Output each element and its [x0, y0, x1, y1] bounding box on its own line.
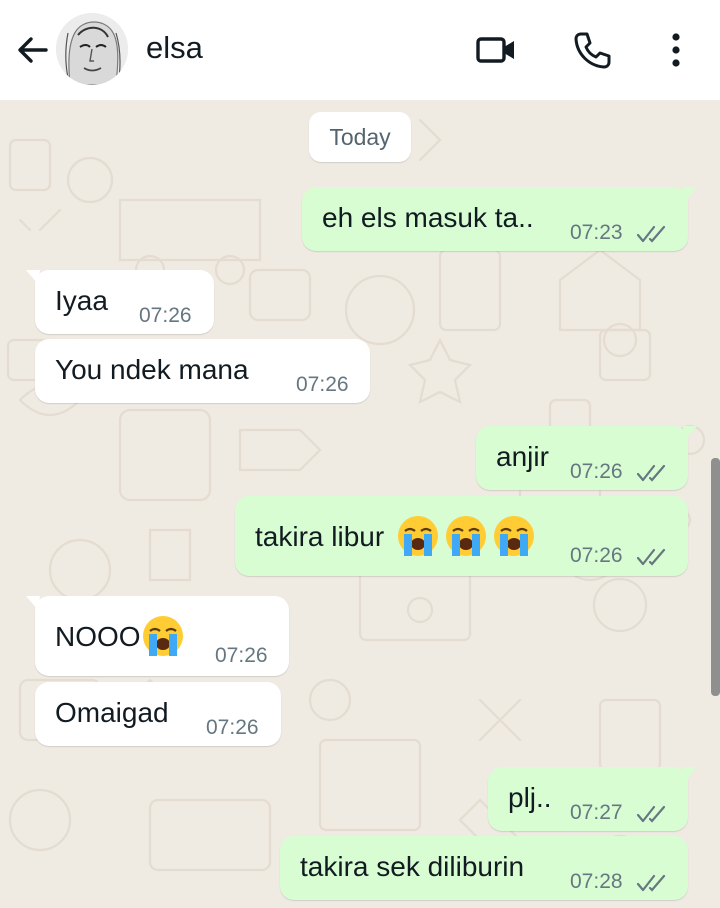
bubble-tail	[683, 187, 697, 201]
voice-call-button[interactable]	[568, 26, 616, 74]
arrow-left-icon	[18, 37, 48, 63]
message-time: 07:26	[570, 460, 623, 483]
message-text: anjir	[496, 441, 549, 472]
message-time: 07:26	[139, 304, 192, 327]
back-button[interactable]	[12, 30, 52, 70]
date-separator: Today	[309, 112, 411, 162]
double-check-icon	[636, 464, 666, 482]
double-check-icon	[636, 805, 666, 823]
message-time: 07:26	[215, 644, 268, 667]
message-time: 07:28	[570, 870, 623, 893]
loudly-crying-face-emoji	[142, 616, 183, 656]
loudly-crying-face-emoji	[493, 516, 534, 556]
message-text: eh els masuk ta..	[322, 202, 534, 233]
double-check-icon	[636, 874, 666, 892]
message-text-content: NOOO	[55, 621, 141, 652]
message-time: 07:26	[206, 716, 259, 739]
message-time: 07:27	[570, 801, 623, 824]
message-text: takira libur	[255, 514, 536, 558]
video-call-button[interactable]	[472, 26, 520, 74]
bubble-tail	[683, 426, 697, 440]
contact-name[interactable]: elsa	[146, 30, 203, 66]
bubble-tail	[26, 270, 40, 284]
bubble-tail	[683, 767, 697, 781]
message-time: 07:23	[570, 221, 623, 244]
message-bubble-incoming[interactable]: NOOO 07:26	[26, 596, 289, 676]
loudly-crying-face-emoji	[445, 516, 486, 556]
message-bubble-outgoing[interactable]: eh els masuk ta.. 07:23	[302, 187, 697, 251]
message-text: Omaigad	[55, 697, 169, 728]
message-bubble-outgoing[interactable]: plj.. 07:27	[488, 767, 697, 831]
loudly-crying-face-emoji	[397, 516, 438, 556]
message-bubble-outgoing[interactable]: anjir 07:26	[476, 426, 697, 490]
avatar[interactable]	[56, 13, 128, 85]
message-bubble-outgoing[interactable]: takira sek diliburin 07:28	[280, 836, 688, 900]
message-bubble-incoming[interactable]: You ndek mana 07:26	[35, 339, 370, 403]
chat-header: elsa	[0, 0, 720, 100]
message-text: plj..	[508, 782, 552, 813]
double-check-icon	[636, 225, 666, 243]
double-check-icon	[636, 548, 666, 566]
message-bubble-incoming[interactable]: Iyaa 07:26	[26, 270, 214, 334]
message-bubble-incoming[interactable]: Omaigad 07:26	[35, 682, 281, 746]
message-time: 07:26	[296, 373, 349, 396]
message-time: 07:26	[570, 544, 623, 567]
scrollbar[interactable]	[711, 458, 720, 696]
video-camera-icon	[476, 37, 514, 63]
bubble-tail	[26, 596, 40, 610]
message-bubble-outgoing[interactable]: takira libur 07:26	[235, 496, 688, 576]
message-text: You ndek mana	[55, 354, 249, 385]
more-options-button[interactable]	[652, 26, 700, 74]
message-text: Iyaa	[55, 285, 108, 316]
phone-icon	[574, 32, 611, 69]
more-vertical-icon	[672, 33, 680, 67]
message-text: takira sek diliburin	[300, 851, 525, 882]
message-text-content: takira libur	[255, 521, 392, 552]
message-text: NOOO	[55, 614, 185, 658]
